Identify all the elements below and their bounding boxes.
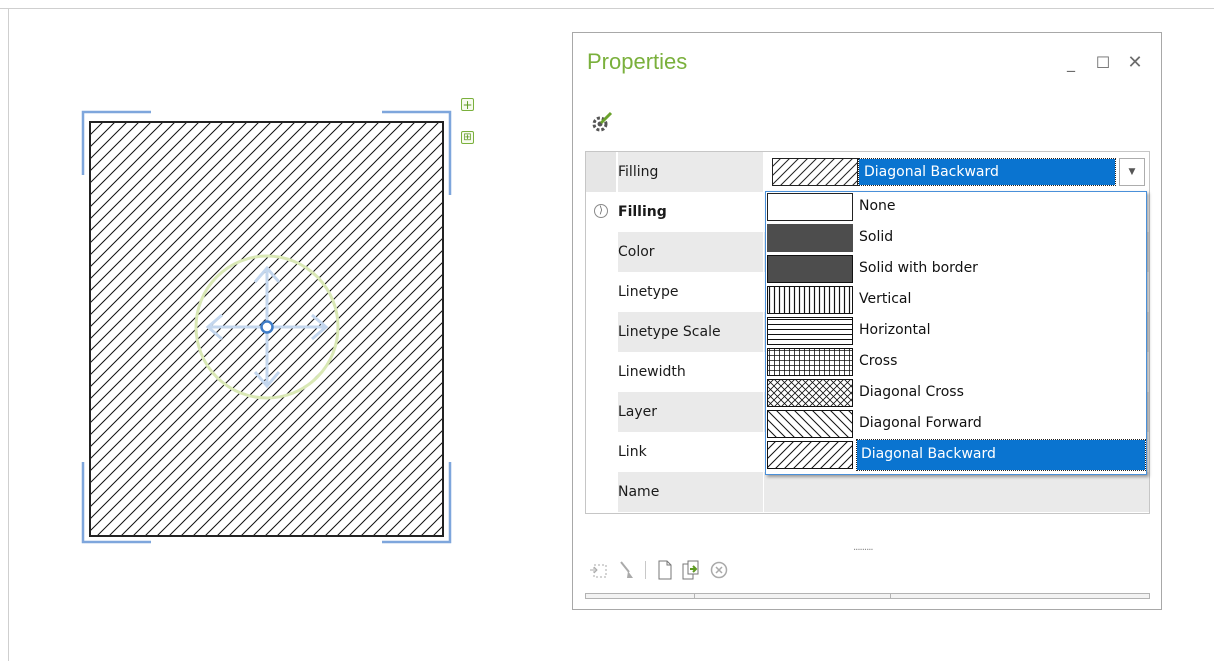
dropdown-item-diagonal-cross[interactable]: Diagonal Cross <box>767 378 1145 408</box>
canvas-top-border <box>0 8 1214 9</box>
row-gutter <box>586 152 616 192</box>
combo-pattern-swatch <box>772 158 858 186</box>
maximize-button[interactable]: ☐ <box>1091 51 1115 75</box>
toolbar-separator <box>645 561 646 579</box>
pattern-diagonal-backward-swatch <box>767 441 853 469</box>
pattern-vertical-swatch <box>767 286 853 314</box>
property-label: Linetype Scale <box>618 324 721 340</box>
property-label: Layer <box>618 404 658 420</box>
hatched-rectangle-object[interactable] <box>75 90 460 550</box>
property-label: Filling <box>618 164 659 180</box>
remove-circle-icon[interactable] <box>709 560 729 580</box>
status-bar <box>585 593 1150 599</box>
property-label: Filling <box>618 204 667 220</box>
status-divider <box>694 594 695 598</box>
property-label: Link <box>618 444 647 460</box>
property-label: Color <box>618 244 655 260</box>
dropdown-item-diagonal-backward[interactable]: Diagonal Backward <box>767 439 1146 471</box>
dropdown-item-label: Diagonal Forward <box>859 415 982 431</box>
dropdown-item-label: Horizontal <box>859 322 931 338</box>
pattern-horizontal-swatch <box>767 317 853 345</box>
property-label: Linewidth <box>618 364 686 380</box>
property-row-filling-type[interactable]: Filling Diagonal Backward ▼ <box>586 152 1149 192</box>
new-document-icon[interactable] <box>655 560 675 580</box>
dropdown-item-solid[interactable]: Solid <box>767 223 1145 253</box>
dropdown-item-label: Cross <box>859 353 898 369</box>
pattern-cross-swatch <box>767 348 853 376</box>
move-gizmo-icon[interactable] <box>194 254 340 400</box>
property-label: Linetype <box>618 284 679 300</box>
dropdown-item-vertical[interactable]: Vertical <box>767 285 1145 315</box>
dropdown-item-label: Vertical <box>859 291 912 307</box>
dropdown-item-label: None <box>859 198 896 214</box>
property-row-name[interactable]: Name <box>586 472 1149 512</box>
dropdown-item-horizontal[interactable]: Horizontal <box>767 316 1145 346</box>
add-point-icon[interactable]: + <box>461 98 474 111</box>
dropdown-item-label: Solid <box>859 229 894 245</box>
dropdown-item-label: Diagonal Backward <box>856 439 1146 471</box>
canvas-left-border <box>8 8 9 661</box>
property-label: Name <box>618 484 660 500</box>
pattern-solid-border-swatch <box>767 255 853 283</box>
panel-title: Properties <box>587 49 688 74</box>
dropdown-item-diagonal-forward[interactable]: Diagonal Forward <box>767 409 1145 439</box>
pattern-diagonal-forward-swatch <box>767 410 853 438</box>
select-object-icon[interactable] <box>589 560 609 580</box>
filling-dropdown-list[interactable]: None Solid Solid with border Vertical Ho… <box>765 191 1147 475</box>
pattern-diagonal-cross-swatch <box>767 379 853 407</box>
dropdown-item-cross[interactable]: Cross <box>767 347 1145 377</box>
dropdown-item-label: Diagonal Cross <box>859 384 964 400</box>
minimize-button[interactable]: _ <box>1059 51 1083 75</box>
settings-gear-icon[interactable] <box>591 111 613 133</box>
pattern-none-swatch <box>767 193 853 221</box>
expand-circle-icon[interactable]: ⟩ <box>594 204 608 218</box>
combo-selected-value[interactable]: Diagonal Backward <box>858 158 1116 186</box>
dropdown-item-label: Solid with border <box>859 260 978 276</box>
chevron-down-icon[interactable]: ▼ <box>1119 158 1145 186</box>
paste-format-icon[interactable] <box>681 560 701 580</box>
panel-toolbar <box>587 555 887 585</box>
status-divider <box>890 594 891 598</box>
add-segment-icon[interactable]: ⊞ <box>461 131 474 144</box>
dropdown-item-solid-with-border[interactable]: Solid with border <box>767 254 1145 284</box>
close-button[interactable]: ✕ <box>1123 51 1147 75</box>
value-cell <box>764 472 1149 512</box>
pattern-solid-swatch <box>767 224 853 252</box>
filling-combobox[interactable]: Diagonal Backward ▼ <box>769 157 1147 187</box>
brush-icon[interactable] <box>617 560 637 580</box>
dropdown-item-none[interactable]: None <box>767 192 1145 222</box>
